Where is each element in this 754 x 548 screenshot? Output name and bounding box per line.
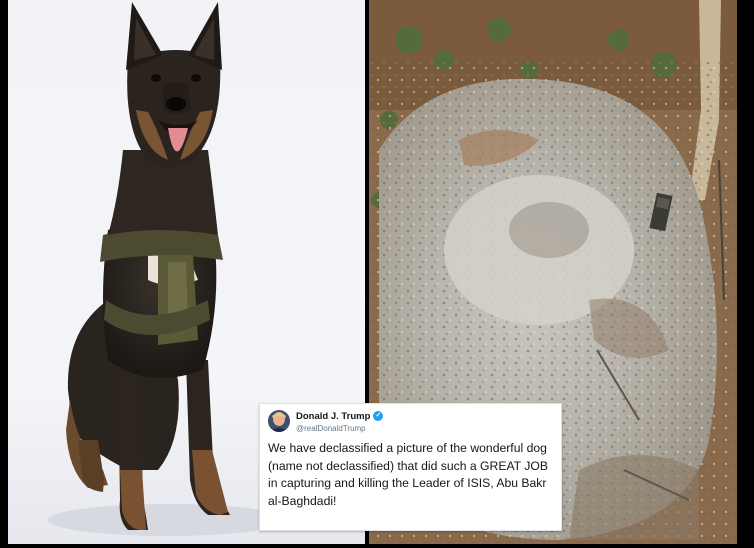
avatar	[268, 410, 290, 432]
tweet-text: We have declassified a picture of the wo…	[268, 441, 548, 508]
right-edge	[737, 0, 754, 548]
tweet-handle: @realDonaldTrump	[296, 424, 366, 433]
tweet-card: Donald J. Trump ✓ @realDonaldTrump We hav…	[259, 403, 562, 531]
author-name: Donald J. Trump	[296, 411, 371, 422]
image-frame: Donald J. Trump ✓ @realDonaldTrump We hav…	[0, 0, 754, 548]
tweet-author: Donald J. Trump ✓	[296, 411, 384, 422]
verified-badge-icon: ✓	[373, 411, 384, 422]
